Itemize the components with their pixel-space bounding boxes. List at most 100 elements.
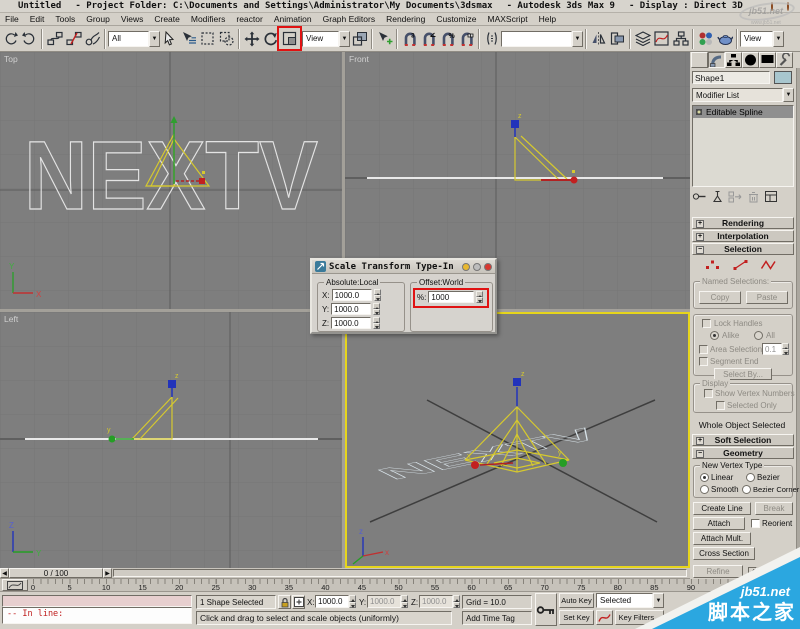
scale-transform-type-in-dialog[interactable]: Scale Transform Type-In Absolute:Local X… — [310, 258, 497, 334]
add-time-tag[interactable]: Add Time Tag — [462, 611, 532, 625]
select-object-icon[interactable] — [160, 28, 179, 49]
viewport-label-left[interactable]: Left — [4, 314, 19, 324]
select-and-manipulate-icon[interactable] — [375, 28, 394, 49]
percent-offset-input[interactable]: 1000 — [428, 291, 474, 303]
object-name-input[interactable]: Shape1 — [692, 71, 770, 84]
modifier-stack[interactable]: Editable Spline — [692, 105, 794, 187]
render-type-dropdown[interactable]: View▼ — [740, 31, 784, 47]
configure-modifier-sets-icon[interactable] — [764, 190, 778, 203]
default-in-out-tangent-button[interactable] — [596, 610, 613, 625]
undo-icon[interactable] — [1, 28, 20, 49]
auto-key-button[interactable]: Auto Key — [559, 593, 594, 608]
bezier-radio[interactable] — [746, 473, 755, 482]
show-end-result-icon[interactable] — [711, 190, 724, 203]
time-slider-handle[interactable]: 0 / 100 — [9, 568, 103, 578]
menu-modifiers[interactable]: Modifiers — [191, 14, 225, 24]
time-forward-button[interactable]: ▶ — [103, 568, 112, 578]
show-vertex-numbers-checkbox[interactable] — [704, 389, 713, 398]
rollout-interpolation[interactable]: +Interpolation — [692, 230, 794, 242]
percent-snap-toggle-icon[interactable]: % — [438, 28, 457, 49]
rollout-geometry[interactable]: −Geometry — [692, 447, 794, 459]
select-and-uniform-scale-icon[interactable] — [280, 28, 299, 49]
dialog-maximize-button[interactable] — [473, 263, 481, 271]
linear-radio[interactable] — [700, 473, 709, 482]
all-radio[interactable] — [754, 331, 763, 340]
stack-item-editable-spline[interactable]: Editable Spline — [693, 106, 793, 118]
tab-hierarchy[interactable] — [725, 52, 742, 68]
select-by-name-icon[interactable] — [179, 28, 198, 49]
chevron-down-icon[interactable]: ▼ — [339, 31, 350, 47]
viewport-label-front[interactable]: Front — [349, 54, 369, 64]
dialog-minimize-button[interactable] — [462, 263, 470, 271]
viewport-label-top[interactable]: Top — [4, 54, 18, 64]
named-selection-sets-dropdown[interactable]: ▼ — [501, 31, 583, 47]
coord-z-input[interactable]: 1000.0 — [419, 595, 453, 608]
selection-filter-dropdown[interactable]: All▼ — [108, 31, 160, 47]
menu-rendering[interactable]: Rendering — [386, 14, 425, 24]
tab-display[interactable] — [759, 52, 776, 68]
time-back-button[interactable]: ◀ — [0, 568, 9, 578]
mirror-icon[interactable] — [589, 28, 608, 49]
x-input[interactable]: 1000.0 — [332, 289, 372, 301]
area-selection-spinner[interactable] — [782, 343, 789, 355]
menu-group[interactable]: Group — [86, 14, 110, 24]
selection-lock-toggle[interactable] — [278, 595, 291, 609]
rollout-selection[interactable]: −Selection — [692, 243, 794, 255]
select-and-link-icon[interactable] — [45, 28, 64, 49]
select-and-move-icon[interactable] — [242, 28, 261, 49]
smooth-radio[interactable] — [700, 485, 709, 494]
bind-to-space-warp-icon[interactable] — [83, 28, 102, 49]
dialog-close-button[interactable] — [484, 263, 492, 271]
coord-z-spinner[interactable] — [453, 595, 460, 608]
set-key-button[interactable]: Set Key — [559, 610, 594, 625]
menu-file[interactable]: File — [5, 14, 19, 24]
tab-motion[interactable] — [742, 52, 759, 68]
coord-x-spinner[interactable] — [349, 595, 356, 608]
time-slider-track[interactable]: ◀ 0 / 100 ▶ — [0, 568, 690, 579]
viewport-left[interactable]: z y Z Y Left — [0, 312, 342, 568]
attach-button[interactable]: Attach — [693, 517, 745, 530]
menu-edit[interactable]: Edit — [30, 14, 45, 24]
segment-end-checkbox[interactable] — [699, 357, 708, 366]
y-input[interactable]: 1000.0 — [331, 303, 371, 315]
panel-scrollbar[interactable] — [796, 68, 800, 578]
menu-help[interactable]: Help — [539, 14, 556, 24]
gizmo-y-axis[interactable] — [559, 459, 567, 467]
menu-customize[interactable]: Customize — [436, 14, 476, 24]
area-selection-checkbox[interactable] — [699, 345, 708, 354]
maximize-button[interactable] — [787, 2, 789, 11]
schematic-view-icon[interactable] — [671, 28, 690, 49]
unlink-selection-icon[interactable] — [64, 28, 83, 49]
rollout-rendering[interactable]: +Rendering — [692, 217, 794, 229]
use-pivot-point-icon[interactable] — [350, 28, 369, 49]
tab-create[interactable] — [691, 52, 708, 68]
lock-handles-checkbox[interactable] — [702, 319, 711, 328]
menu-views[interactable]: Views — [121, 14, 144, 24]
rollout-soft-selection[interactable]: +Soft Selection — [692, 434, 794, 446]
bezier-corner-radio[interactable] — [742, 485, 751, 494]
chevron-down-icon[interactable]: ▼ — [773, 31, 784, 47]
make-unique-icon[interactable] — [728, 190, 743, 203]
maxscript-listener-white[interactable]: -- In line: — [2, 607, 192, 624]
vertex-subobject-icon[interactable] — [704, 259, 721, 271]
spline-subobject-icon[interactable] — [760, 259, 777, 271]
remove-modifier-icon[interactable] — [747, 190, 760, 203]
z-input[interactable]: 1000.0 — [331, 317, 371, 329]
menu-create[interactable]: Create — [154, 14, 180, 24]
select-and-rotate-icon[interactable] — [261, 28, 280, 49]
open-mini-curve-editor-button[interactable] — [2, 579, 28, 591]
menu-reactor[interactable]: reactor — [236, 14, 262, 24]
y-spinner[interactable] — [373, 303, 380, 315]
modifier-list-dropdown[interactable]: Modifier List▼ — [692, 88, 794, 102]
window-crossing-icon[interactable] — [217, 28, 236, 49]
layer-manager-icon[interactable] — [633, 28, 652, 49]
tab-utilities[interactable] — [776, 52, 793, 68]
percent-spinner[interactable] — [476, 291, 483, 303]
align-icon[interactable] — [608, 28, 627, 49]
create-line-button[interactable]: Create Line — [693, 502, 751, 515]
menu-graph-editors[interactable]: Graph Editors — [323, 14, 375, 24]
x-spinner[interactable] — [374, 289, 381, 301]
tab-modify[interactable] — [708, 52, 725, 68]
paste-button[interactable]: Paste — [746, 291, 788, 304]
chevron-down-icon[interactable]: ▼ — [149, 31, 160, 47]
